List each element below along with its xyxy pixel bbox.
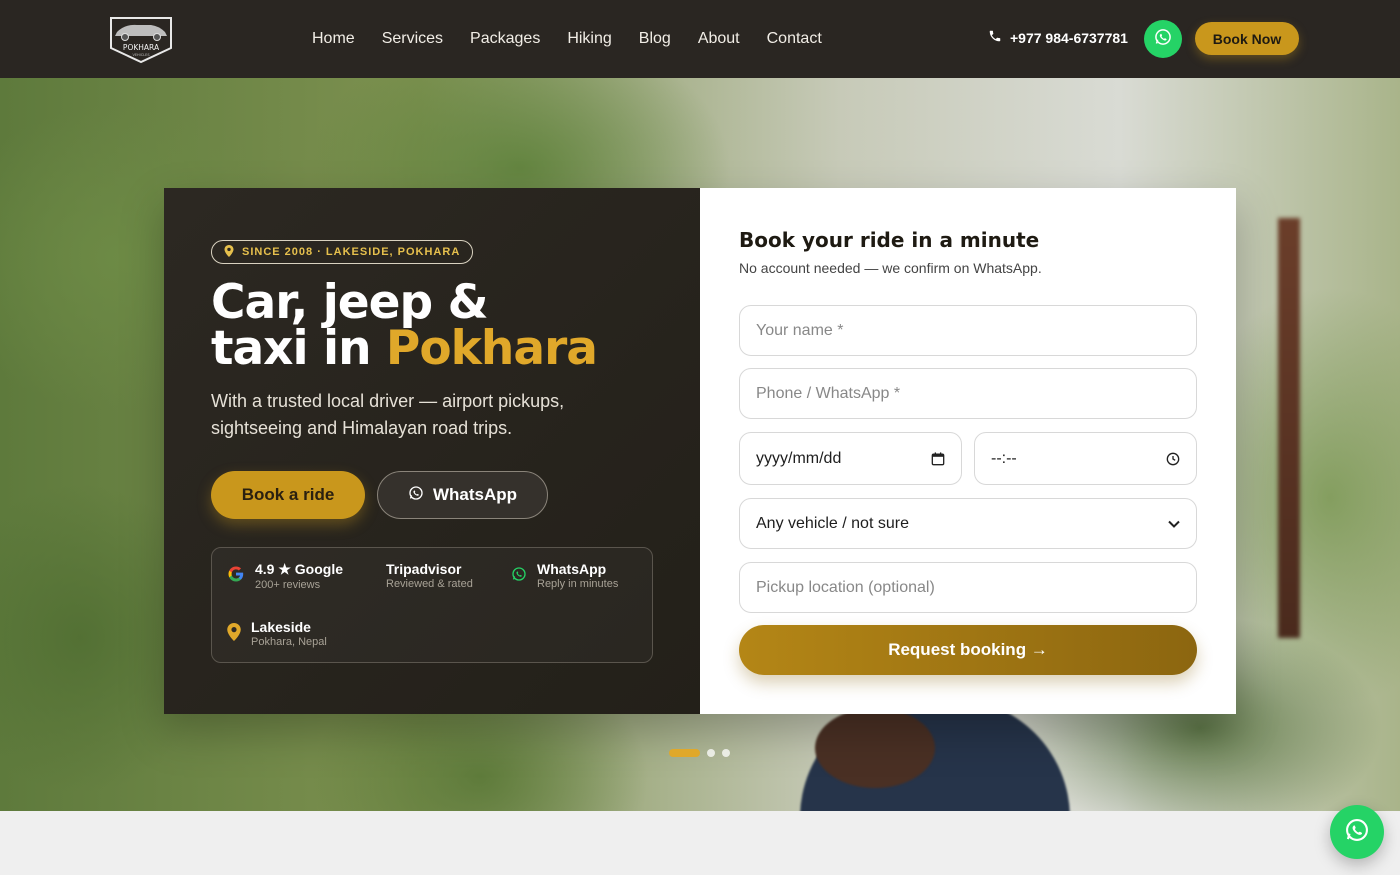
whatsapp-icon [1153, 27, 1173, 51]
since-badge: SINCE 2008 · LAKESIDE, POKHARA [211, 240, 474, 264]
book-a-ride-button[interactable]: Book a ride [211, 471, 365, 519]
headline-prefix: taxi in [211, 321, 386, 376]
phone-placeholder: Phone / WhatsApp * [756, 384, 901, 402]
hero-intro-panel: SINCE 2008 · LAKESIDE, POKHARA Car, jeep… [164, 188, 700, 714]
nav-services[interactable]: Services [382, 30, 443, 48]
hero-whatsapp-button[interactable]: WhatsApp [377, 471, 548, 519]
trust-lakeside: Lakeside Pokhara, Nepal [227, 619, 327, 648]
nav-home[interactable]: Home [312, 30, 355, 48]
name-input[interactable]: Your name * [739, 305, 1197, 356]
headline-line-1: Car, jeep & [211, 275, 489, 330]
hero-subtitle: With a trusted local driver — airport pi… [211, 391, 565, 438]
carousel-dot-2[interactable] [707, 749, 715, 757]
trust-whatsapp-title: WhatsApp [537, 561, 607, 577]
time-placeholder: --:-- [991, 449, 1017, 467]
nav-contact[interactable]: Contact [767, 30, 822, 48]
chevron-down-icon [1168, 520, 1180, 528]
headline-line-2: taxi in Pokhara [211, 325, 598, 372]
pickup-location-input[interactable]: Pickup location (optional) [739, 562, 1197, 613]
clock-icon[interactable] [1166, 452, 1180, 466]
trust-badges: 4.9 ★ Google 200+ reviews Tripadvisor Revi… [211, 547, 653, 663]
brand-logo[interactable]: POKHARA VEHICLES [103, 14, 179, 64]
calendar-icon[interactable] [931, 451, 945, 466]
trust-tripadvisor: Tripadvisor Reviewed & rated [386, 561, 473, 590]
trust-lakeside-title: Lakeside [251, 619, 311, 635]
nav-packages[interactable]: Packages [470, 30, 540, 48]
carousel-dot-1[interactable] [669, 749, 700, 757]
hero-card: SINCE 2008 · LAKESIDE, POKHARA Car, jeep… [164, 188, 1236, 714]
background-post [1278, 218, 1300, 638]
name-placeholder: Your name * [756, 321, 844, 339]
pickup-placeholder: Pickup location (optional) [756, 578, 935, 596]
trust-whatsapp-sub: Reply in minutes [537, 578, 619, 590]
phone-icon [988, 29, 1002, 46]
whatsapp-icon [511, 566, 527, 586]
floating-whatsapp-button[interactable] [1330, 805, 1384, 859]
since-badge-text: SINCE 2008 · LAKESIDE, POKHARA [242, 246, 461, 258]
carousel-dots [669, 749, 730, 757]
carousel-dot-3[interactable] [722, 749, 730, 757]
background-head [815, 708, 935, 788]
trust-tripadvisor-sub: Reviewed & rated [386, 578, 473, 590]
phone-number: +977 984-6737781 [1010, 29, 1128, 46]
top-navbar: POKHARA VEHICLES Home Services Packages … [0, 0, 1400, 78]
logo-text: POKHARA [123, 43, 160, 52]
google-icon [227, 565, 245, 587]
trust-google-title: 4.9 ★ Google [255, 561, 344, 577]
trust-google-sub: 200+ reviews [255, 579, 321, 591]
booking-form-subtitle: No account needed — we confirm on WhatsA… [739, 260, 1042, 276]
vehicle-selected-value: Any vehicle / not sure [756, 514, 909, 532]
logo-subtext: VEHICLES [132, 53, 150, 57]
main-nav: Home Services Packages Hiking Blog About… [312, 0, 822, 78]
phone-input[interactable]: Phone / WhatsApp * [739, 368, 1197, 419]
booking-form-title: Book your ride in a minute [739, 228, 1040, 252]
nav-blog[interactable]: Blog [639, 30, 671, 48]
trust-lakeside-sub: Pokhara, Nepal [251, 636, 327, 648]
location-pin-icon [224, 244, 234, 260]
header-whatsapp-button[interactable] [1144, 20, 1182, 58]
book-now-button[interactable]: Book Now [1195, 22, 1299, 55]
hero-whatsapp-label: WhatsApp [432, 485, 518, 504]
location-pin-icon [227, 622, 241, 645]
phone-link[interactable]: +977 984-6737781 [988, 29, 1128, 46]
trust-tripadvisor-title: Tripadvisor [386, 561, 462, 577]
trust-google: 4.9 ★ Google 200+ reviews [227, 561, 343, 591]
nav-about[interactable]: About [698, 30, 740, 48]
whatsapp-icon [408, 485, 424, 506]
booking-form-panel: Book your ride in a minute No account ne… [700, 188, 1236, 714]
date-input[interactable]: yyyy/mm/dd [739, 432, 962, 485]
headline-highlight: Pokhara [385, 321, 598, 376]
request-booking-button[interactable]: Request booking → [739, 625, 1197, 675]
whatsapp-icon [1343, 816, 1371, 848]
hero-headline: Car, jeep & taxi in Pokhara [211, 275, 598, 372]
date-placeholder: yyyy/mm/dd [756, 449, 842, 467]
trust-whatsapp: WhatsApp Reply in minutes [511, 561, 618, 590]
time-input[interactable]: --:-- [974, 432, 1197, 485]
vehicle-select[interactable]: Any vehicle / not sure [739, 498, 1197, 549]
nav-hiking[interactable]: Hiking [567, 30, 611, 48]
